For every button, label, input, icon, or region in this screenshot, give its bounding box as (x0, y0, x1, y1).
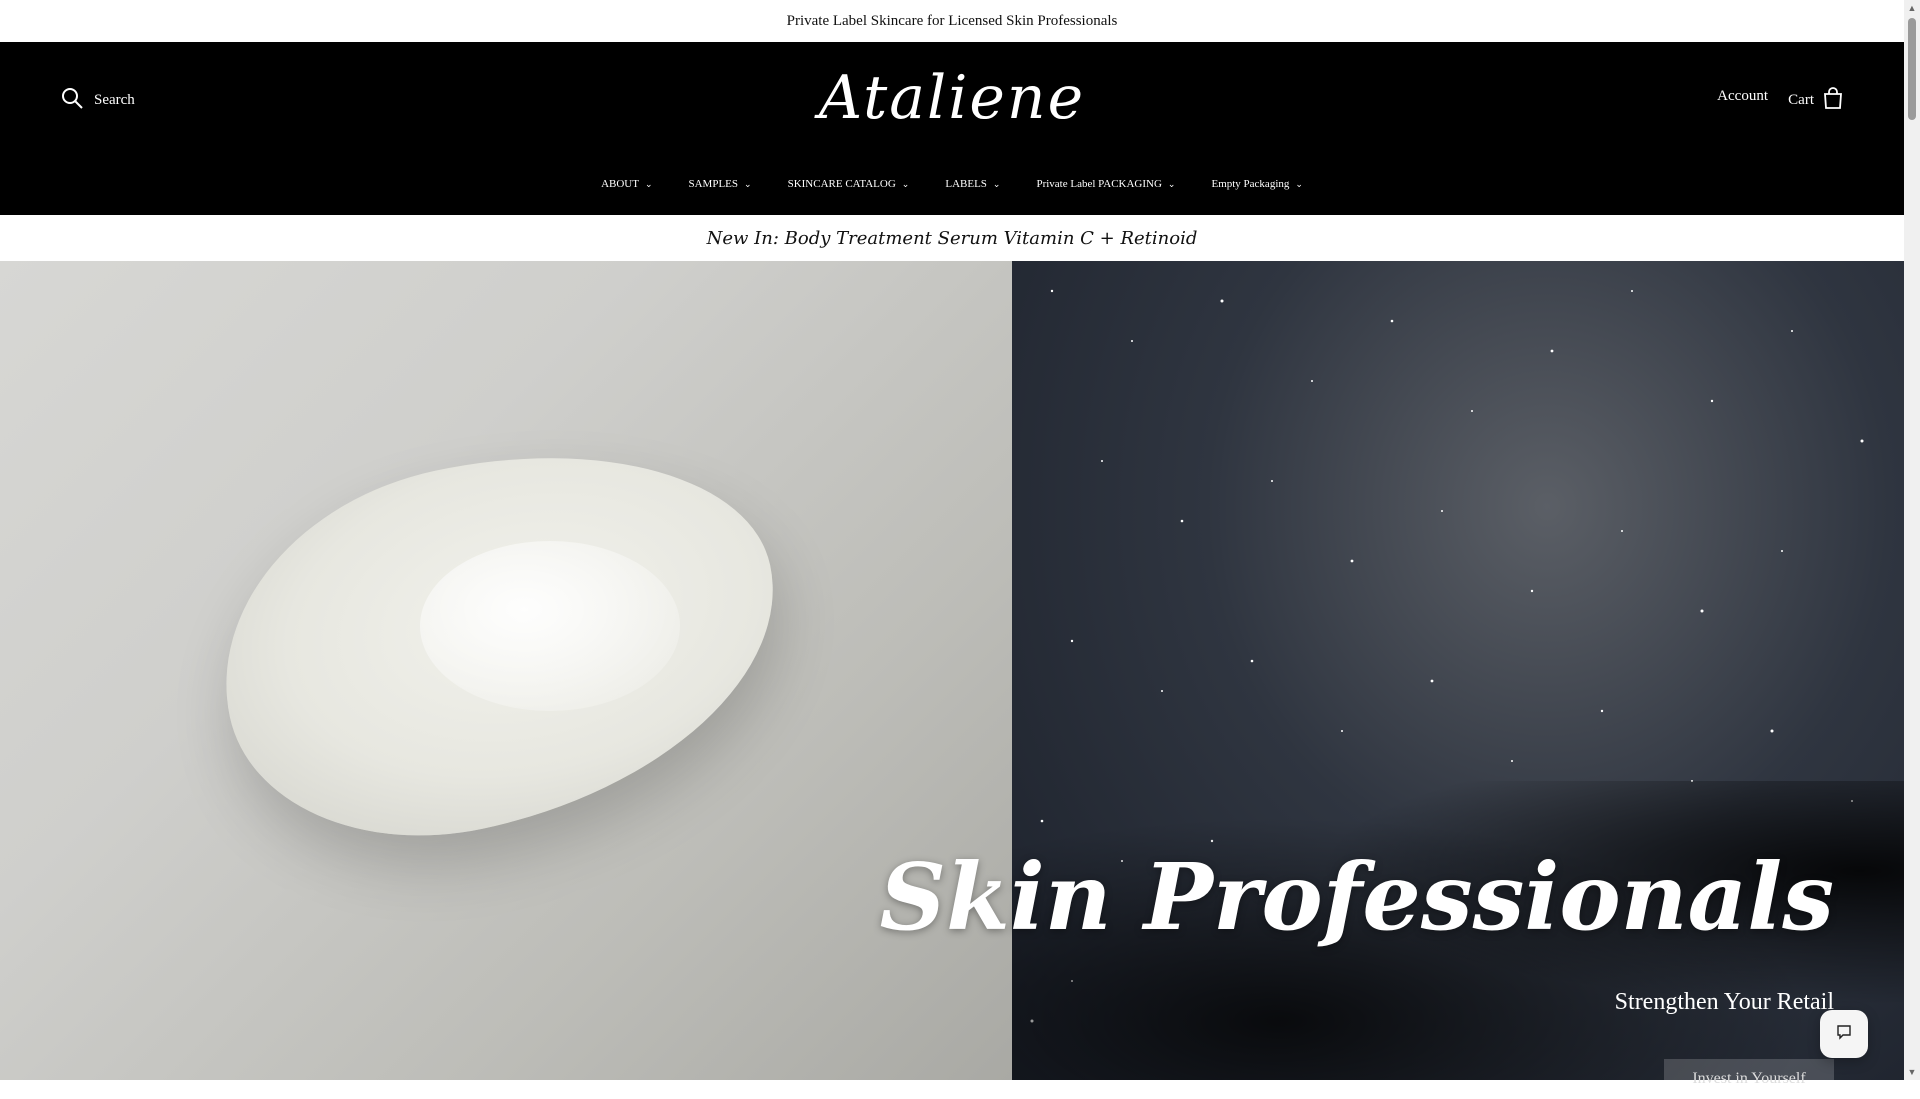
scroll-down-icon[interactable]: ▼ (1906, 1066, 1918, 1078)
announcement-bar: Private Label Skincare for Licensed Skin… (0, 0, 1904, 42)
nav-item-about[interactable]: ABOUT ⌄ (601, 178, 652, 190)
hero-subtitle: Strengthen Your Retail (1614, 989, 1834, 1015)
site-header: Search Ataliene Account Cart ABOUT ⌄ SAM… (0, 42, 1904, 215)
chevron-down-icon: ⌄ (1295, 178, 1303, 189)
cart-link[interactable]: Cart (1788, 86, 1844, 115)
main-nav: ABOUT ⌄ SAMPLES ⌄ SKINCARE CATALOG ⌄ LAB… (0, 178, 1904, 190)
chevron-down-icon: ⌄ (901, 178, 910, 189)
chevron-down-icon: ⌄ (644, 178, 653, 189)
chat-icon (1835, 1023, 1853, 1046)
hero-title: Skin Professionals (879, 843, 1834, 951)
announcement-text: Private Label Skincare for Licensed Skin… (786, 12, 1118, 29)
nav-label: ABOUT (601, 178, 639, 190)
hero-section: Skin Professionals Strengthen Your Retai… (0, 261, 1904, 1099)
cream-highlight (420, 541, 680, 711)
nav-item-skincare-catalog[interactable]: SKINCARE CATALOG ⌄ (788, 178, 910, 190)
hero-image-night-sky (1012, 261, 1904, 1080)
hero-image-cream (0, 261, 1012, 1080)
nav-item-empty-packaging[interactable]: Empty Packaging ⌄ (1211, 178, 1302, 190)
invest-button[interactable]: Invest in Yourself (1664, 1059, 1834, 1099)
scroll-up-icon[interactable]: ▲ (1906, 2, 1918, 14)
nav-label: Empty Packaging (1211, 178, 1290, 190)
chevron-down-icon: ⌄ (1167, 178, 1176, 189)
promo-text: New In: Body Treatment Serum Vitamin C +… (706, 227, 1198, 249)
site-logo[interactable]: Ataliene (0, 60, 1904, 136)
cart-label: Cart (1788, 92, 1814, 108)
nav-label: SKINCARE CATALOG (787, 178, 896, 190)
bag-icon (1822, 86, 1844, 115)
account-link[interactable]: Account (1717, 88, 1768, 105)
nav-item-labels[interactable]: LABELS ⌄ (945, 178, 1000, 190)
promo-banner[interactable]: New In: Body Treatment Serum Vitamin C +… (0, 215, 1904, 262)
chat-button[interactable] (1820, 1010, 1868, 1058)
nav-label: LABELS (945, 178, 987, 190)
nav-label: SAMPLES (688, 178, 739, 190)
nav-item-private-label-packaging[interactable]: Private Label PACKAGING ⌄ (1036, 178, 1175, 190)
nav-item-samples[interactable]: SAMPLES ⌄ (689, 178, 752, 190)
chevron-down-icon: ⌄ (744, 178, 752, 189)
nav-label: Private Label PACKAGING (1036, 178, 1162, 190)
chevron-down-icon: ⌄ (992, 178, 1001, 189)
page-scrollbar[interactable]: ▲ ▼ (1904, 0, 1920, 1080)
scroll-thumb[interactable] (1908, 18, 1916, 120)
